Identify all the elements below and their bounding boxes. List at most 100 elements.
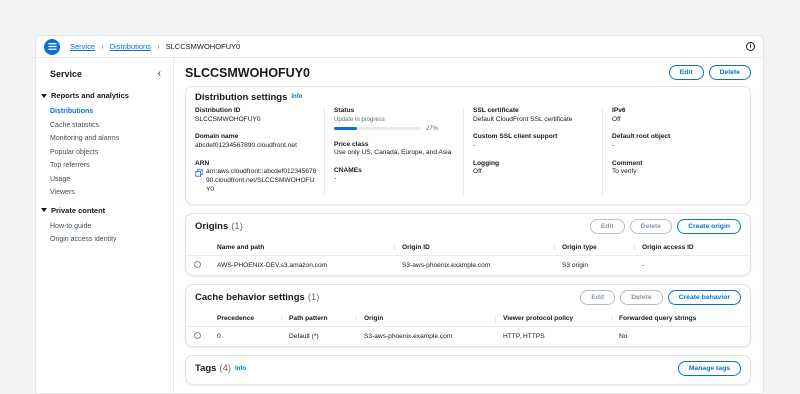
info-link[interactable]: Info xyxy=(291,94,302,100)
domain-name-value: abcdef01234567890.cloudfront.net xyxy=(195,141,297,149)
breadcrumb-distributions[interactable]: Distributions xyxy=(110,42,151,51)
table-cell: - xyxy=(642,261,645,269)
custom-ssl-value: - xyxy=(473,141,476,149)
sidebar-section-label: Private content xyxy=(51,205,106,215)
behaviors-count: (1) xyxy=(307,292,320,304)
behavior-delete-button[interactable]: Delete xyxy=(620,290,663,306)
column-header: Precedence xyxy=(209,310,281,327)
ssl-certificate-label: SSL certificate xyxy=(473,107,519,114)
chevron-right-icon: › xyxy=(101,42,104,51)
sidebar-item-distributions[interactable]: Distributions xyxy=(50,105,173,119)
table-row[interactable]: AWS-PHOENIX-DEV.s3.amazon.com S3-aws-pho… xyxy=(186,255,750,275)
origins-table: Name and path Origin ID Origin type Orig… xyxy=(186,239,750,275)
table-cell: Default (*) xyxy=(289,332,319,340)
panel-title: Origins (1) xyxy=(195,221,243,232)
caret-down-icon xyxy=(41,208,47,212)
progress-track xyxy=(334,127,421,131)
delete-button[interactable]: Delete xyxy=(708,65,751,80)
chevron-right-icon: › xyxy=(156,42,160,51)
sidebar-item-usage[interactable]: Usage xyxy=(50,173,173,187)
select-column-header xyxy=(186,310,209,327)
sidebar-section-toggle[interactable]: Private content xyxy=(41,206,173,215)
main-content: SLCCSMWOHOFUY0 Edit Delete Distribution … xyxy=(174,58,763,393)
tags-count: (4) xyxy=(219,363,232,375)
sidebar-section-label: Reports and analytics xyxy=(51,91,129,100)
select-column-header xyxy=(186,239,209,256)
sidebar-section-reports: Reports and analytics Distributions Cach… xyxy=(41,91,173,200)
sidebar-item-origin-access-identity[interactable]: Origin access identity xyxy=(50,233,173,247)
ipv6-label: IPv6 xyxy=(612,107,626,114)
status-label: Status xyxy=(334,107,355,114)
top-bar: Service › Distributions › SLCCSMWOHOFUY0… xyxy=(36,36,763,58)
page-title: SLCCSMWOHOFUY0 xyxy=(185,65,310,80)
panel-title: Tags (4) xyxy=(195,363,231,374)
panel-header: Cache behavior settings (1) Edit Delete C… xyxy=(186,285,750,311)
breadcrumb-current: SLCCSMWOHOFUY0 xyxy=(165,42,241,51)
breadcrumb-service[interactable]: Service xyxy=(70,42,95,51)
panel-header: Tags (4) Info Manage tags xyxy=(186,356,750,382)
behaviors-title: Cache behavior settings xyxy=(195,292,305,304)
settings-column-1: Distribution ID SLCCSMWOHOFUY0 Domain na… xyxy=(195,107,324,195)
cache-behavior-table: Precedence Path pattern Origin Viewer pr… xyxy=(186,310,750,346)
sidebar-section-toggle[interactable]: Reports and analytics xyxy=(41,91,173,100)
sidebar-item-monitoring[interactable]: Monitoring and alarms xyxy=(50,132,173,146)
status-value: Update in progress xyxy=(334,116,385,123)
column-header: Viewer protocol policy xyxy=(495,310,611,327)
distribution-settings-panel: Distribution settings Info Distribution … xyxy=(185,86,751,205)
arn-value: arn:aws:cloudfront::abcdef01234567890.cl… xyxy=(206,168,317,194)
arn-label: ARN xyxy=(195,159,210,167)
copy-icon[interactable] xyxy=(195,169,203,177)
page-header: SLCCSMWOHOFUY0 Edit Delete xyxy=(185,59,751,86)
distribution-id-value: SLCCSMWOHOFUY0 xyxy=(195,115,261,123)
menu-button[interactable] xyxy=(44,38,60,55)
column-header: Origin ID xyxy=(394,239,554,256)
create-behavior-button[interactable]: Create behavior xyxy=(667,290,741,306)
origins-panel: Origins (1) Edit Delete Create origin Nam… xyxy=(185,212,751,276)
table-cell: S3-aws-phoenix.example.com xyxy=(402,261,491,269)
sidebar-item-cache-statistics[interactable]: Cache statistics xyxy=(50,119,173,133)
panel-title: Distribution settings xyxy=(195,91,288,103)
behavior-edit-button[interactable]: Edit xyxy=(580,290,616,306)
ipv6-value: Off xyxy=(612,115,621,123)
origin-delete-button[interactable]: Delete xyxy=(629,219,673,235)
default-root-object-value: - xyxy=(612,141,615,149)
logging-label: Logging xyxy=(473,159,499,167)
manage-tags-button[interactable]: Manage tags xyxy=(677,361,741,377)
origin-edit-button[interactable]: Edit xyxy=(589,219,625,235)
collapse-sidebar-icon[interactable]: ‹ xyxy=(158,68,161,79)
table-cell: 0 xyxy=(217,332,221,340)
table-cell: No xyxy=(619,332,628,340)
row-select-radio[interactable] xyxy=(194,260,201,268)
table-cell: HTTP, HTTPS xyxy=(503,332,545,340)
price-class-value: Use only US, Canada, Europe, and Asia xyxy=(334,149,452,157)
info-link[interactable]: Info xyxy=(235,366,246,372)
column-header: Name and path xyxy=(209,239,394,256)
cnames-value: - xyxy=(334,175,337,183)
default-root-object-label: Default root object xyxy=(612,133,671,141)
column-header: Origin xyxy=(356,310,495,327)
caret-down-icon xyxy=(41,93,47,98)
column-header: Origin access ID xyxy=(634,239,750,256)
info-icon[interactable]: i xyxy=(746,42,755,51)
sidebar-section-private: Private content How-to guide Origin acce… xyxy=(41,206,173,247)
app-frame: Service › Distributions › SLCCSMWOHOFUY0… xyxy=(35,35,764,394)
status-progress: 27% xyxy=(334,126,457,132)
row-select-radio[interactable] xyxy=(194,331,201,339)
column-header: Path pattern xyxy=(281,310,356,327)
comment-value: To verify xyxy=(612,168,637,176)
sidebar-item-viewers[interactable]: Viewers xyxy=(50,186,173,200)
table-cell: S3 origin xyxy=(562,261,589,269)
table-row[interactable]: 0 Default (*) S3-aws-phoenix.example.com… xyxy=(186,326,750,346)
panel-header: Origins (1) Edit Delete Create origin xyxy=(186,214,750,240)
sidebar-item-how-to-guide[interactable]: How-to guide xyxy=(50,220,173,234)
column-header: Origin type xyxy=(554,239,634,256)
edit-button[interactable]: Edit xyxy=(668,65,704,80)
sidebar-title: Service xyxy=(50,68,83,79)
cache-behavior-panel: Cache behavior settings (1) Edit Delete C… xyxy=(185,283,751,347)
sidebar-item-popular-objects[interactable]: Popular objects xyxy=(50,146,173,160)
create-origin-button[interactable]: Create origin xyxy=(677,219,741,235)
sidebar-item-top-referrers[interactable]: Top referrers xyxy=(50,159,173,173)
settings-column-3: SSL certificate Default CloudFront SSL c… xyxy=(463,107,602,195)
panel-header: Distribution settings Info xyxy=(186,87,750,107)
progress-fill xyxy=(334,127,358,131)
